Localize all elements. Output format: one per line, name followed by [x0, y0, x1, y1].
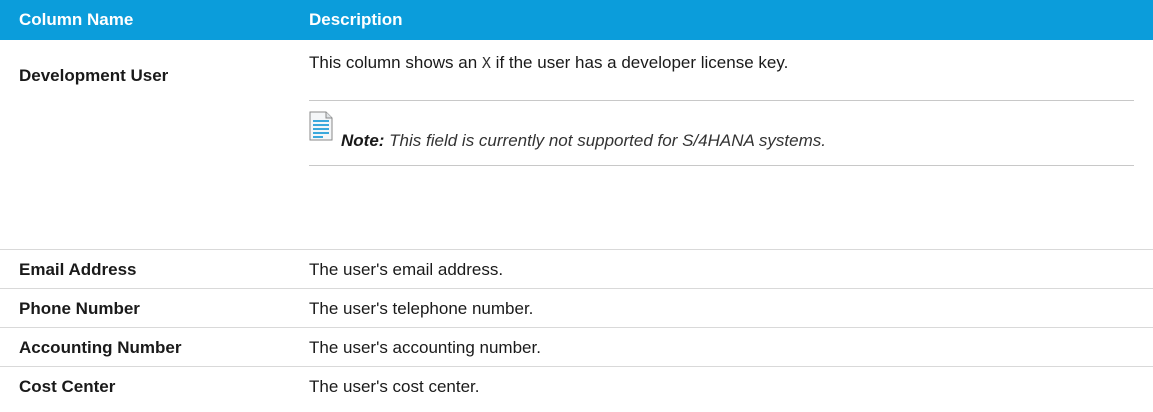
table-row: Accounting Number The user's accounting …	[0, 327, 1153, 367]
note-label: Note:	[341, 131, 385, 150]
column-name-cell: Cost Center	[0, 367, 297, 408]
table-row: Cost Center The user's cost center.	[0, 367, 1153, 408]
description-text: The user's telephone number.	[309, 299, 534, 318]
description-text: This column shows an X if the user has a…	[309, 40, 1153, 73]
column-name-cell: Email Address	[0, 249, 297, 289]
description-text-start: This column shows an	[309, 53, 482, 72]
description-cell: The user's accounting number.	[297, 327, 1153, 367]
description-text: The user's email address.	[309, 260, 504, 279]
description-text-end: if the user has a developer license key.	[490, 53, 789, 72]
description-header: Description	[297, 0, 1153, 40]
column-name-text: Accounting Number	[19, 338, 182, 357]
column-name-cell: Phone Number	[0, 288, 297, 328]
table-row: Email Address The user's email address.	[0, 249, 1153, 289]
table-row: Development User This column shows an X …	[0, 40, 1153, 250]
note-document-icon	[309, 111, 333, 141]
description-cell: This column shows an X if the user has a…	[297, 40, 1153, 250]
note-text: Note: This field is currently not suppor…	[341, 131, 826, 151]
description-cell: The user's telephone number.	[297, 288, 1153, 328]
table-row: Phone Number The user's telephone number…	[0, 288, 1153, 328]
note-body: This field is currently not supported fo…	[384, 131, 826, 150]
column-name-cell: Development User	[0, 40, 297, 250]
description-cell: The user's email address.	[297, 249, 1153, 289]
description-cell: The user's cost center.	[297, 367, 1153, 408]
column-name-cell: Accounting Number	[0, 327, 297, 367]
columns-table: Column Name Description Development User…	[0, 0, 1153, 407]
column-name-text: Email Address	[19, 260, 137, 279]
description-text: The user's accounting number.	[309, 338, 541, 357]
table-header-row: Column Name Description	[0, 0, 1153, 40]
column-name-header: Column Name	[0, 0, 297, 40]
note-block: Note: This field is currently not suppor…	[309, 100, 1134, 166]
column-name-text: Cost Center	[19, 377, 116, 396]
column-name-text: Phone Number	[19, 299, 140, 318]
description-text: The user's cost center.	[309, 377, 480, 396]
column-name-text: Development User	[19, 66, 169, 85]
code-value: X	[481, 54, 491, 72]
